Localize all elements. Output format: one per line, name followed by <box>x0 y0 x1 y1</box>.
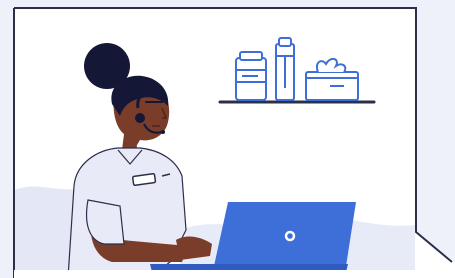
pill-bottle-icon <box>275 37 295 101</box>
illustration-scene <box>0 0 455 278</box>
illustration-canvas <box>0 0 455 278</box>
laptop-screen-back <box>214 202 356 266</box>
desk-edge <box>14 270 455 278</box>
medicine-bottle-icon <box>235 51 267 101</box>
